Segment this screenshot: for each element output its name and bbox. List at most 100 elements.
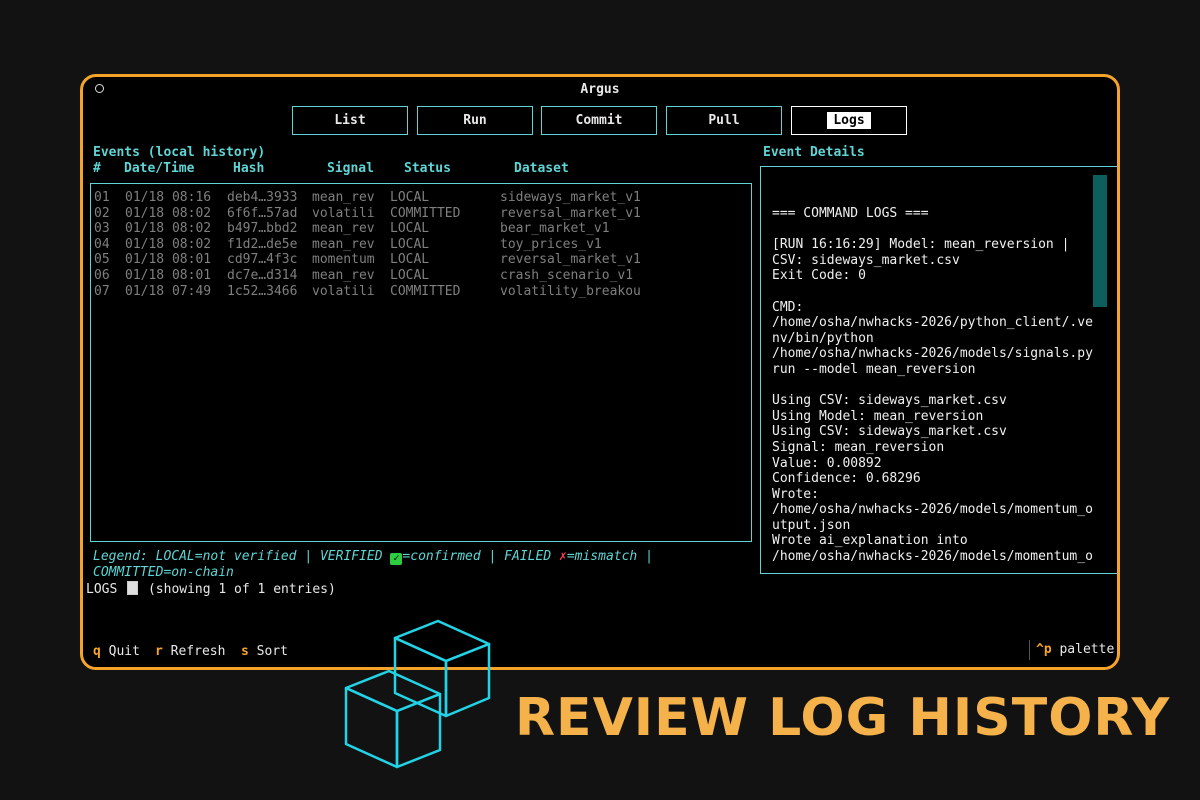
row-signal: volatili (312, 283, 375, 299)
row-number: 02 (94, 205, 110, 221)
row-dataset: toy_prices_v1 (500, 236, 602, 252)
row-hash: cd97…4f3c (227, 252, 298, 268)
app-title: Argus (580, 82, 620, 97)
app-window: Argus List Run Commit Pull Logs Events (… (80, 74, 1120, 670)
row-datetime: 01/18 08:01 (125, 252, 212, 268)
row-signal: mean_rev (312, 221, 375, 237)
row-signal: mean_rev (312, 268, 375, 283)
table-row[interactable]: 04 01/18 08:02 f1d2…de5e mean_rev LOCAL toy_p… (91, 237, 741, 253)
details-title: Event Details (763, 145, 865, 160)
log-line: /home/osha/nwhacks-2026/models/signals.p… (772, 346, 1093, 362)
table-row[interactable]: 02 01/18 08:02 6f6f…57ad volatili COMMITTED r… (91, 206, 741, 222)
row-dataset: reversal_market_v1 (500, 205, 641, 221)
row-signal: mean_rev (312, 190, 375, 205)
table-row[interactable]: 03 01/18 08:02 b497…bbd2 mean_rev LOCAL bear_… (91, 221, 741, 237)
row-hash: 1c52…3466 (227, 283, 298, 299)
log-line: Exit Code: 0 (772, 268, 866, 284)
row-number: 06 (94, 268, 110, 283)
events-title: Events (local history) (93, 145, 266, 160)
log-line: /home/osha/nwhacks-2026/models/momentum_… (772, 502, 1093, 518)
log-line: /home/osha/nwhacks-2026/models/momentum_… (772, 549, 1093, 565)
log-line: utput.json (772, 517, 851, 533)
log-line: run --model mean_reversion (772, 361, 976, 377)
check-icon: ✓ (390, 553, 403, 565)
log-line: Wrote: (772, 486, 819, 502)
row-number: 01 (94, 190, 110, 205)
events-table: 01 01/18 08:16 deb4…3933 mean_rev LOCAL sidew… (90, 183, 752, 542)
log-line: Value: 0.00892 (772, 455, 882, 471)
legend: Legend: LOCAL=not verified | VERIFIED ✓ =… (93, 549, 653, 580)
row-signal: volatili (312, 205, 375, 221)
column-header-hash[interactable]: Hash (233, 161, 264, 176)
column-header-status[interactable]: Status (404, 161, 451, 176)
row-hash: f1d2…de5e (227, 236, 298, 252)
log-line: Signal: mean_reversion (772, 439, 945, 455)
tab-commit[interactable]: Commit (541, 106, 657, 135)
row-status: LOCAL (390, 236, 430, 252)
command-log-text: === COMMAND LOGS === [RUN 16:16:29] Model… (772, 206, 1093, 565)
row-dataset: volatility_breakou (500, 283, 641, 299)
row-datetime: 01/18 07:49 (125, 283, 212, 299)
table-row[interactable]: 01 01/18 08:16 deb4…3933 mean_rev LOCAL sidew… (91, 190, 741, 206)
log-line: Wrote ai_explanation into (772, 533, 968, 549)
sort-shortcut[interactable]: s Sort (241, 644, 288, 659)
row-status: LOCAL (390, 190, 430, 205)
log-line: [RUN 16:16:29] Model: mean_reversion | (772, 237, 1070, 253)
cross-icon: ✗ (558, 549, 567, 564)
clipboard-icon (127, 581, 139, 595)
log-line: === COMMAND LOGS === (772, 206, 929, 221)
tagline: REVIEW LOG HISTORY (515, 688, 1171, 748)
row-dataset: bear_market_v1 (500, 221, 610, 237)
palette-shortcut[interactable]: ^p palette (1029, 640, 1114, 660)
table-row[interactable]: 06 01/18 08:01 dc7e…d314 mean_rev LOCAL crash… (91, 268, 741, 284)
column-header-datetime[interactable]: Date/Time (124, 161, 194, 176)
row-status: COMMITTED (390, 205, 461, 221)
row-dataset: reversal_market_v1 (500, 252, 641, 268)
row-status: LOCAL (390, 221, 430, 237)
row-number: 07 (94, 283, 110, 299)
row-status: LOCAL (390, 252, 430, 268)
tab-pull[interactable]: Pull (666, 106, 782, 135)
table-row[interactable]: 05 01/18 08:01 cd97…4f3c momentum LOCAL rever… (91, 252, 741, 268)
row-number: 04 (94, 236, 110, 252)
log-line: Using CSV: sideways_market.csv (772, 424, 1007, 440)
row-datetime: 01/18 08:01 (125, 268, 212, 283)
log-line: /home/osha/nwhacks-2026/python_client/.v… (772, 315, 1093, 331)
log-line: Using Model: mean_reversion (772, 408, 984, 424)
row-hash: deb4…3933 (227, 190, 298, 205)
status-line: LOGS (showing 1 of 1 entries) (86, 581, 336, 597)
log-line: CSV: sideways_market.csv (772, 252, 960, 268)
log-line: CMD: (772, 299, 804, 315)
cubes-logo-icon (344, 619, 491, 769)
tab-logs[interactable]: Logs (791, 106, 907, 135)
row-datetime: 01/18 08:02 (125, 236, 212, 252)
log-line: Confidence: 0.68296 (772, 471, 921, 487)
row-status: COMMITTED (390, 283, 461, 299)
row-dataset: sideways_market_v1 (500, 190, 641, 205)
row-number: 03 (94, 221, 110, 237)
quit-shortcut[interactable]: q Quit (93, 644, 140, 659)
row-number: 05 (94, 252, 110, 268)
details-scrollbar[interactable] (1093, 175, 1107, 307)
refresh-shortcut[interactable]: r Refresh (155, 644, 225, 659)
row-datetime: 01/18 08:02 (125, 221, 212, 237)
row-hash: dc7e…d314 (227, 268, 298, 283)
row-dataset: crash_scenario_v1 (500, 268, 634, 283)
log-line: nv/bin/python (772, 330, 874, 346)
tab-list[interactable]: List (292, 106, 408, 135)
row-datetime: 01/18 08:16 (125, 190, 212, 205)
column-header-dataset[interactable]: Dataset (514, 161, 569, 176)
row-datetime: 01/18 08:02 (125, 205, 212, 221)
row-signal: mean_rev (312, 236, 375, 252)
event-details-panel[interactable]: === COMMAND LOGS === [RUN 16:16:29] Model… (760, 166, 1117, 574)
log-line: Using CSV: sideways_market.csv (772, 393, 1007, 409)
row-status: LOCAL (390, 268, 430, 283)
row-signal: momentum (312, 252, 375, 268)
column-header-signal[interactable]: Signal (327, 161, 374, 176)
table-row[interactable]: 07 01/18 07:49 1c52…3466 volatili COMMITTED v… (91, 284, 741, 300)
tab-run[interactable]: Run (417, 106, 533, 135)
column-header-number: # (93, 161, 101, 176)
